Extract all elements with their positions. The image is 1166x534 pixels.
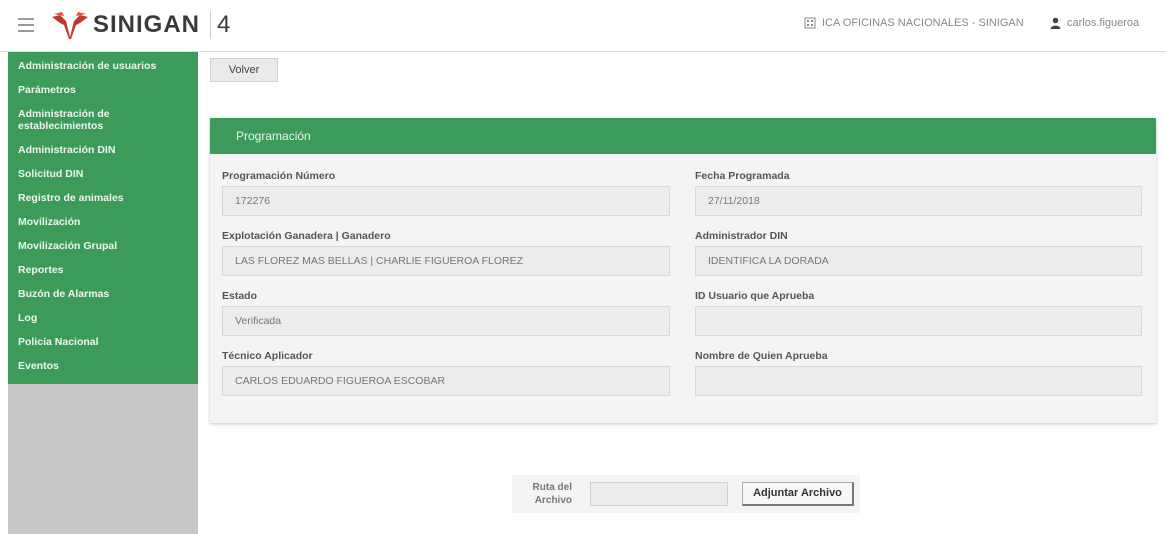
sidebar-item-movilizacion[interactable]: Movilización	[8, 210, 198, 234]
field-tecnico-aplicador: Técnico Aplicador CARLOS EDUARDO FIGUERO…	[222, 350, 670, 396]
explotacion-ganadera-input[interactable]: LAS FLOREZ MAS BELLAS | CHARLIE FIGUEROA…	[222, 246, 670, 276]
sidebar-menu: Administración de usuarios Parámetros Ad…	[8, 52, 198, 384]
nombre-aprueba-input[interactable]	[695, 366, 1142, 396]
panel-body: Programación Número 172276 Fecha Program…	[210, 154, 1156, 423]
estado-input[interactable]: Verificada	[222, 306, 670, 336]
field-label: ID Usuario que Aprueba	[695, 290, 815, 302]
brand-name: SINIGAN	[93, 11, 201, 38]
file-path-label-line2: Archivo	[534, 495, 572, 506]
file-path-label-line1: Ruta del	[532, 482, 572, 493]
sinigan-logo	[52, 12, 88, 39]
organization-selector[interactable]: ICA OFICINAS NACIONALES - SINIGAN	[804, 17, 1024, 29]
building-icon	[804, 17, 816, 29]
sidebar-item-policia-nacional[interactable]: Policía Nacional	[8, 330, 198, 354]
programacion-numero-input[interactable]: 172276	[222, 186, 670, 216]
field-label: Técnico Aplicador	[222, 350, 313, 362]
sidebar-item-administracion-establecimientos[interactable]: Administración de establecimientos	[8, 102, 198, 138]
hamburger-icon[interactable]	[18, 18, 34, 32]
sidebar-item-eventos[interactable]: Eventos	[8, 354, 198, 378]
field-label: Explotación Ganadera | Ganadero	[222, 230, 391, 242]
file-path-input[interactable]	[590, 482, 728, 506]
field-label: Administrador DIN	[695, 230, 788, 242]
field-fecha-programada: Fecha Programada 27/11/2018	[695, 170, 1142, 216]
usuario-aprueba-input[interactable]	[695, 306, 1142, 336]
fecha-programada-input[interactable]: 27/11/2018	[695, 186, 1142, 216]
field-label: Programación Número	[222, 170, 336, 182]
field-administrador-din: Administrador DIN IDENTIFICA LA DORADA	[695, 230, 1142, 276]
file-upload: Ruta del Archivo Adjuntar Archivo	[512, 475, 860, 513]
top-bar: SINIGAN 4 ICA OFICINAS NACIONALES - SINI…	[0, 0, 1166, 52]
sidebar-item-solicitud-din[interactable]: Solicitud DIN	[8, 162, 198, 186]
version-number: 4	[210, 11, 230, 39]
attach-file-button[interactable]: Adjuntar Archivo	[742, 482, 854, 506]
file-path-label: Ruta del Archivo	[512, 481, 572, 507]
sidebar-item-administracion-usuarios[interactable]: Administración de usuarios	[8, 54, 198, 78]
sidebar-item-log[interactable]: Log	[8, 306, 198, 330]
sidebar-item-administracion-din[interactable]: Administración DIN	[8, 138, 198, 162]
user-name: carlos.figueroa	[1067, 17, 1140, 29]
field-explotacion-ganadera: Explotación Ganadera | Ganadero LAS FLOR…	[222, 230, 670, 276]
tecnico-aplicador-input[interactable]: CARLOS EDUARDO FIGUEROA ESCOBAR	[222, 366, 670, 396]
sidebar-item-registro-animales[interactable]: Registro de animales	[8, 186, 198, 210]
sidebar-item-parametros[interactable]: Parámetros	[8, 78, 198, 102]
field-label: Nombre de Quien Aprueba	[695, 350, 828, 362]
user-icon	[1050, 17, 1061, 29]
sidebar-item-reportes[interactable]: Reportes	[8, 258, 198, 282]
field-programacion-numero: Programación Número 172276	[222, 170, 670, 216]
administrador-din-input[interactable]: IDENTIFICA LA DORADA	[695, 246, 1142, 276]
sidebar-item-buzon-alarmas[interactable]: Buzón de Alarmas	[8, 282, 198, 306]
organization-name: ICA OFICINAS NACIONALES - SINIGAN	[822, 17, 1024, 29]
panel-title: Programación	[210, 118, 1156, 154]
field-nombre-aprueba: Nombre de Quien Aprueba	[695, 350, 1142, 396]
user-menu[interactable]: carlos.figueroa	[1050, 17, 1139, 29]
programacion-panel: Programación Programación Número 172276 …	[210, 118, 1156, 423]
field-label: Fecha Programada	[695, 170, 790, 182]
sidebar: Administración de usuarios Parámetros Ad…	[8, 52, 198, 534]
back-button[interactable]: Volver	[210, 58, 278, 82]
field-usuario-aprueba: ID Usuario que Aprueba	[695, 290, 1142, 336]
sidebar-item-movilizacion-grupal[interactable]: Movilización Grupal	[8, 234, 198, 258]
field-estado: Estado Verificada	[222, 290, 670, 336]
field-label: Estado	[222, 290, 258, 302]
